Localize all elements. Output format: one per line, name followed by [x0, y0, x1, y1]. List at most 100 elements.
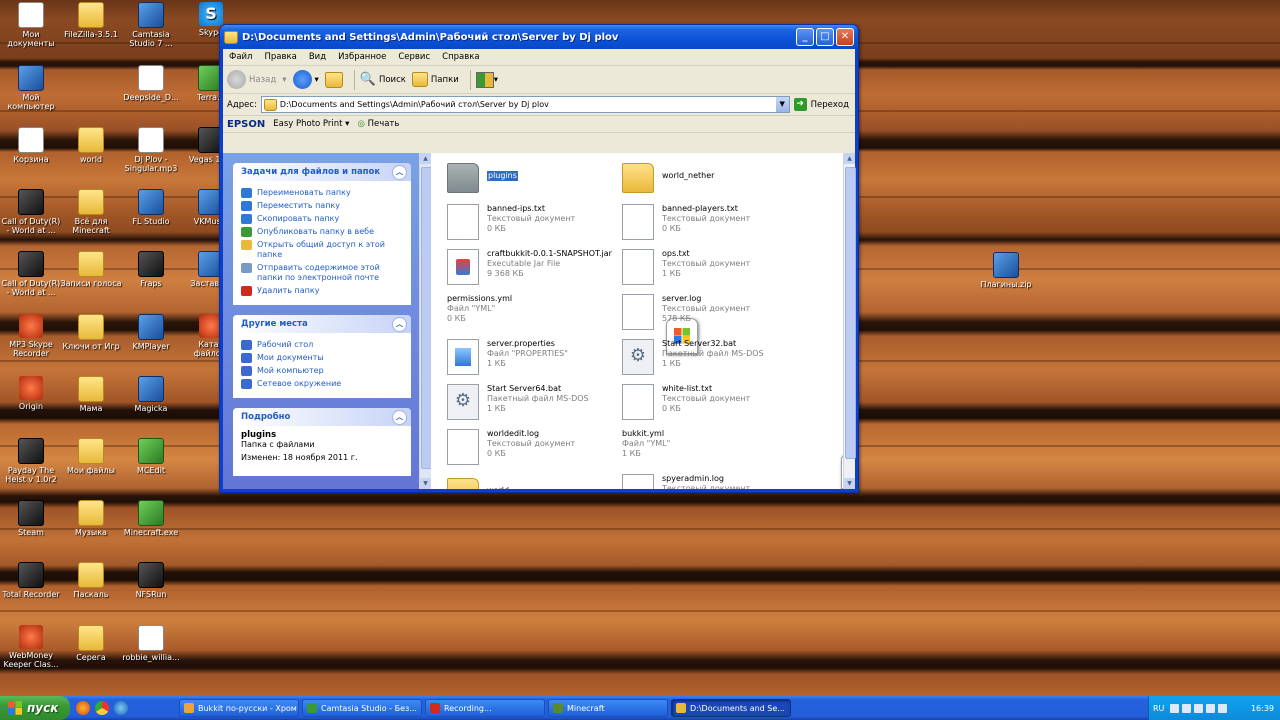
- go-button[interactable]: ➜ Переход: [793, 98, 849, 111]
- tray-arrow-icon[interactable]: [1170, 703, 1180, 713]
- print-button[interactable]: ◎ Печать: [357, 119, 399, 129]
- place-link[interactable]: Мой компьютер: [241, 366, 405, 376]
- easy-photo-print-button[interactable]: Easy Photo Print ▾: [273, 119, 349, 129]
- language-indicator[interactable]: RU: [1153, 704, 1164, 713]
- file-item[interactable]: banned-players.txt Текстовый документ 0 КБ: [622, 204, 797, 246]
- scroll-thumb[interactable]: [845, 167, 856, 459]
- desktop-icon[interactable]: Minecraft.exe: [120, 500, 182, 537]
- desktop-icon[interactable]: Записи голоса: [60, 251, 122, 288]
- desktop-icon[interactable]: KMPlayer: [120, 314, 182, 351]
- volume-icon[interactable]: [1194, 703, 1204, 713]
- file-item[interactable]: permissions.yml Файл "YML" 0 КБ: [447, 294, 698, 354]
- file-item[interactable]: banned-ips.txt Текстовый документ 0 КБ: [447, 204, 622, 246]
- address-dropdown-icon[interactable]: ▼: [775, 97, 789, 112]
- taskbar-task-button[interactable]: Recording...: [425, 699, 545, 717]
- scroll-down-icon[interactable]: ▼: [844, 478, 855, 489]
- file-item[interactable]: Start Server32.batПакетный файл MS-DOS1 …: [622, 339, 797, 381]
- tray-app-icon[interactable]: [1218, 703, 1228, 713]
- desktop-icon[interactable]: MCEdit: [120, 438, 182, 475]
- task-link[interactable]: Открыть общий доступ к этой папке: [241, 240, 405, 260]
- desktop-icon[interactable]: Мои документы: [0, 2, 62, 48]
- menu-tools[interactable]: Сервис: [392, 52, 436, 62]
- taskbar-task-button[interactable]: Camtasia Studio - Без...: [302, 699, 422, 717]
- file-item[interactable]: Start Server64.batПакетный файл MS-DOS1 …: [447, 384, 622, 426]
- views-button[interactable]: ▾: [475, 71, 498, 88]
- clock[interactable]: 16:39: [1251, 704, 1274, 713]
- menu-file[interactable]: Файл: [223, 52, 258, 62]
- search-button[interactable]: 🔍 Поиск: [360, 72, 406, 87]
- place-link[interactable]: Рабочий стол: [241, 340, 405, 350]
- file-item[interactable]: spyeradmin.logТекстовый документ11 КБ: [622, 474, 797, 489]
- details-panel-header[interactable]: Подробно ︿: [233, 408, 411, 426]
- task-link[interactable]: Отправить содержимое этой папки по элект…: [241, 263, 405, 283]
- task-link[interactable]: Скопировать папку: [241, 214, 405, 224]
- desktop-icon[interactable]: Плагины.zip: [975, 252, 1037, 289]
- desktop-icon[interactable]: Camtasia Studio 7 ...: [120, 2, 182, 48]
- desktop-icon[interactable]: Origin: [0, 376, 62, 411]
- up-button[interactable]: [324, 71, 343, 88]
- desktop-icon[interactable]: FL Studio: [120, 189, 182, 226]
- scroll-up-icon[interactable]: ▲: [844, 153, 855, 164]
- desktop-icon[interactable]: Dj Plov - Singular.mp3: [120, 127, 182, 173]
- menu-help[interactable]: Справка: [436, 52, 485, 62]
- scroll-up-icon[interactable]: ▲: [420, 153, 431, 164]
- maximize-button[interactable]: □: [816, 28, 834, 46]
- desktop-icon[interactable]: Мои файлы: [60, 438, 122, 475]
- file-item[interactable]: server.properties Файл "PROPERTIES" 1 КБ: [447, 339, 622, 381]
- task-link[interactable]: Переместить папку: [241, 201, 405, 211]
- folders-button[interactable]: Папки: [411, 72, 459, 87]
- desktop-icon[interactable]: Magicka: [120, 376, 182, 413]
- firefox-icon[interactable]: [76, 701, 90, 715]
- place-link[interactable]: Сетевое окружение: [241, 379, 405, 389]
- desktop-icon[interactable]: Корзина: [0, 127, 62, 164]
- task-pane-scrollbar[interactable]: ▲ ▼: [419, 153, 432, 489]
- desktop-icon[interactable]: FileZilla-3.5.1: [60, 2, 122, 39]
- desktop-icon[interactable]: robbie_willia...: [120, 625, 182, 662]
- desktop-icon[interactable]: Серега: [60, 625, 122, 662]
- collapse-icon[interactable]: ︿: [392, 164, 407, 180]
- collapse-icon[interactable]: ︿: [392, 316, 407, 332]
- file-item[interactable]: worldedit.log Текстовый документ 0 КБ: [447, 429, 622, 471]
- desktop-icon[interactable]: world: [60, 127, 122, 164]
- scroll-down-icon[interactable]: ▼: [420, 478, 431, 489]
- desktop-icon[interactable]: Мама: [60, 376, 122, 413]
- back-button[interactable]: Назад ▾: [227, 70, 287, 89]
- desktop-icon[interactable]: Паскаль: [60, 562, 122, 599]
- network-icon[interactable]: [1182, 703, 1192, 713]
- address-input[interactable]: D:\Documents and Settings\Admin\Рабочий …: [260, 96, 790, 113]
- task-link[interactable]: Удалить папку: [241, 286, 405, 296]
- title-bar[interactable]: D:\Documents and Settings\Admin\Рабочий …: [220, 25, 858, 49]
- file-list-scrollbar[interactable]: ▲ ▼: [843, 153, 856, 489]
- desktop-icon[interactable]: Ключи от Игр: [60, 314, 122, 351]
- file-item[interactable]: white-list.txt Текстовый документ 0 КБ: [622, 384, 797, 426]
- chrome-icon[interactable]: [95, 701, 109, 715]
- desktop-icon[interactable]: NFSRun: [120, 562, 182, 599]
- taskbar-task-button[interactable]: D:\Documents and Se...: [671, 699, 791, 717]
- tasks-panel-header[interactable]: Задачи для файлов и папок ︿: [233, 163, 411, 181]
- desktop-icon[interactable]: Steam: [0, 500, 62, 537]
- desktop-icon[interactable]: Deepside_D...: [120, 65, 182, 102]
- file-item[interactable]: server.log Текстовый документ 578 КБ: [622, 294, 797, 336]
- menu-edit[interactable]: Правка: [258, 52, 302, 62]
- taskbar-task-button[interactable]: Minecraft: [548, 699, 668, 717]
- folder-item[interactable]: plugins: [447, 159, 622, 201]
- task-link[interactable]: Опубликовать папку в вебе: [241, 227, 405, 237]
- file-item[interactable]: craftbukkit-0.0.1-SNAPSHOT.jar Executable…: [447, 249, 622, 291]
- desktop-icon[interactable]: Call of Duty(R) - World at ...: [0, 189, 62, 235]
- desktop-icon[interactable]: Total Recorder: [0, 562, 62, 599]
- desktop-icon[interactable]: Всё для Minecraft: [60, 189, 122, 235]
- menu-favorites[interactable]: Избранное: [332, 52, 392, 62]
- wordpress-icon[interactable]: [114, 701, 128, 715]
- folder-item[interactable]: world: [447, 474, 622, 489]
- folder-item[interactable]: world_nether: [622, 159, 797, 201]
- desktop-icon[interactable]: Музыка: [60, 500, 122, 537]
- minimize-button[interactable]: _: [796, 28, 814, 46]
- menu-view[interactable]: Вид: [303, 52, 332, 62]
- file-item[interactable]: ops.txt Текстовый документ 1 КБ: [622, 249, 797, 291]
- task-link[interactable]: Переименовать папку: [241, 188, 405, 198]
- desktop-icon[interactable]: Payday The Heist v 1.0r2: [0, 438, 62, 484]
- start-button[interactable]: пуск: [0, 696, 70, 720]
- file-item[interactable]: bukkit.yml Файл "YML" 1 КБ: [622, 429, 843, 489]
- desktop-icon[interactable]: Fraps: [120, 251, 182, 288]
- collapse-icon[interactable]: ︿: [392, 409, 407, 425]
